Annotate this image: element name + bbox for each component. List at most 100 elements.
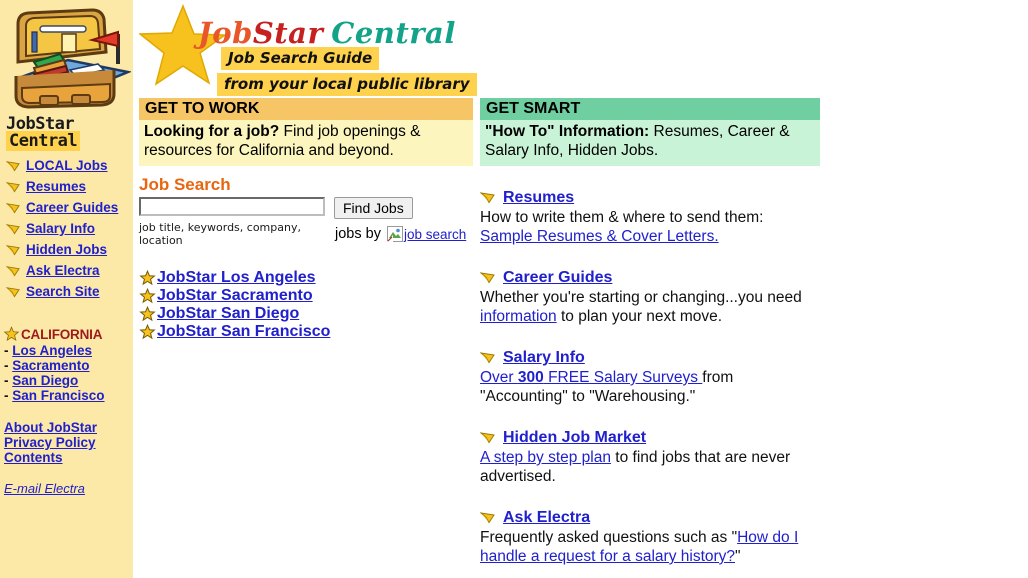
sidebar-item-ask-electra[interactable]: Ask Electra — [0, 260, 133, 281]
sidebar-item-label[interactable]: Salary Info — [26, 221, 95, 236]
sidebar-footer-link-row[interactable]: Privacy Policy — [4, 435, 133, 450]
topic-link-lead[interactable]: Over — [480, 369, 518, 386]
sidebar-city-item[interactable]: - San Diego — [0, 373, 133, 388]
job-search-form: Find Jobs — [139, 197, 473, 219]
sidebar-item-label[interactable]: Career Guides — [26, 200, 118, 215]
topic-text-after: " — [735, 548, 741, 565]
topic-heading[interactable]: Ask Electra — [480, 508, 820, 527]
jobstar-city-link[interactable]: JobStar Sacramento — [157, 287, 313, 305]
topic-ask-electra: Ask Electra Frequently asked questions su… — [480, 508, 820, 566]
get-smart-heading: GET SMART — [480, 98, 820, 120]
jobstar-city-link[interactable]: JobStar San Francisco — [157, 323, 330, 341]
job-search-hint-row: job title, keywords, company, location j… — [139, 221, 473, 247]
sidebar-city-link[interactable]: Los Angeles — [12, 343, 92, 358]
sidebar-city-item[interactable]: - Los Angeles — [0, 343, 133, 358]
chevron-bullet-icon — [6, 265, 20, 276]
topic-title[interactable]: Ask Electra — [503, 508, 590, 527]
sidebar-footer-link-row[interactable]: About JobStar — [4, 420, 133, 435]
sidebar-item-label[interactable]: LOCAL Jobs — [26, 158, 108, 173]
jobstar-city-row[interactable]: JobStar San Francisco — [139, 323, 473, 341]
sidebar-region-label: CALIFORNIA — [21, 326, 103, 342]
star-icon — [139, 270, 156, 286]
sidebar-city-link[interactable]: Sacramento — [12, 358, 89, 373]
sidebar-item-label[interactable]: Hidden Jobs — [26, 242, 107, 257]
chevron-bullet-icon — [480, 512, 495, 524]
chevron-bullet-icon — [480, 352, 495, 364]
topic-body: A step by step plan to find jobs that ar… — [480, 448, 820, 486]
find-jobs-button[interactable]: Find Jobs — [334, 197, 413, 219]
topic-title[interactable]: Salary Info — [503, 348, 585, 367]
suitcase-illustration-icon — [14, 8, 131, 109]
topic-hidden-job-market: Hidden Job Market A step by step plan to … — [480, 428, 820, 486]
topic-heading[interactable]: Resumes — [480, 188, 820, 207]
get-smart-topics: Resumes How to write them & where to send… — [480, 188, 820, 566]
chevron-bullet-icon — [6, 181, 20, 192]
sidebar-footer-link[interactable]: Contents — [4, 450, 63, 465]
chevron-bullet-icon — [480, 272, 495, 284]
topic-body: How to write them & where to send them: … — [480, 208, 820, 246]
sidebar-item-label[interactable]: Resumes — [26, 179, 86, 194]
sidebar-city-link[interactable]: San Francisco — [12, 388, 104, 403]
main-content: JobStar Central Job Search Guide from you… — [133, 0, 1028, 578]
jobs-by-label: jobs by — [335, 226, 381, 242]
topic-text-after: to plan your next move. — [556, 308, 723, 325]
topic-body: Over 300 FREE Salary Surveys from "Accou… — [480, 368, 820, 406]
sidebar-city-item[interactable]: - San Francisco — [0, 388, 133, 403]
topic-resumes: Resumes How to write them & where to send… — [480, 188, 820, 246]
topic-heading[interactable]: Hidden Job Market — [480, 428, 820, 447]
sidebar-item-salary-info[interactable]: Salary Info — [0, 218, 133, 239]
broken-image-icon — [386, 226, 403, 242]
sidebar-item-local-jobs[interactable]: LOCAL Jobs — [0, 155, 133, 176]
jobstar-city-link[interactable]: JobStar San Diego — [157, 305, 299, 323]
search-input[interactable] — [139, 197, 325, 216]
sidebar-item-resumes[interactable]: Resumes — [0, 176, 133, 197]
sidebar-item-career-guides[interactable]: Career Guides — [0, 197, 133, 218]
sidebar-item-label[interactable]: Search Site — [26, 284, 100, 299]
chevron-bullet-icon — [6, 223, 20, 234]
topic-link[interactable]: Sample Resumes & Cover Letters. — [480, 228, 719, 245]
sidebar-item-search-site[interactable]: Search Site — [0, 281, 133, 302]
logo-job-text: Job — [198, 16, 253, 50]
sidebar-footer-link[interactable]: Privacy Policy — [4, 435, 96, 450]
site-logo-text: JobStar Central — [198, 16, 456, 50]
get-smart-lead: "How To" Information: Resumes, Career & … — [480, 120, 820, 166]
topic-link[interactable]: A step by step plan — [480, 449, 611, 466]
chevron-bullet-icon — [480, 432, 495, 444]
sidebar-title-line2-text: Central — [6, 131, 81, 151]
sidebar-city-link[interactable]: San Diego — [12, 373, 78, 388]
topic-heading[interactable]: Career Guides — [480, 268, 820, 287]
site-banner: JobStar Central Job Search Guide from you… — [133, 0, 1028, 96]
jobs-by-image-alt-text[interactable]: job search — [404, 227, 466, 242]
star-icon — [3, 326, 20, 341]
jobstar-city-row[interactable]: JobStar Sacramento — [139, 287, 473, 305]
sidebar-item-hidden-jobs[interactable]: Hidden Jobs — [0, 239, 133, 260]
topic-link[interactable]: information — [480, 308, 557, 325]
topic-title[interactable]: Resumes — [503, 188, 574, 207]
jobstar-city-row[interactable]: JobStar Los Angeles — [139, 269, 473, 287]
topic-link-bold[interactable]: 300 — [518, 369, 544, 386]
topic-link[interactable]: Over 300 FREE Salary Surveys — [480, 369, 702, 386]
topic-heading[interactable]: Salary Info — [480, 348, 820, 367]
topic-career-guides: Career Guides Whether you're starting or … — [480, 268, 820, 326]
sidebar-item-label[interactable]: Ask Electra — [26, 263, 100, 278]
topic-link-tail[interactable]: FREE Salary Surveys — [544, 369, 703, 386]
sidebar-email-wrap: E-mail Electra — [4, 481, 133, 496]
topic-body: Whether you're starting or changing...yo… — [480, 288, 820, 326]
sidebar-footer-link[interactable]: About JobStar — [4, 420, 97, 435]
email-electra-link[interactable]: E-mail Electra — [4, 481, 85, 496]
sidebar-city-item[interactable]: - Sacramento — [0, 358, 133, 373]
star-icon — [139, 288, 156, 304]
logo-star-text: Star — [252, 16, 324, 50]
sidebar-footer-link-row[interactable]: Contents — [4, 450, 133, 465]
get-to-work-lead: Looking for a job? Find job openings & r… — [139, 120, 473, 166]
topic-text-before: Whether you're starting or changing...yo… — [480, 289, 802, 306]
topic-title[interactable]: Hidden Job Market — [503, 428, 646, 447]
jobstar-city-row[interactable]: JobStar San Diego — [139, 305, 473, 323]
topic-text-before: Frequently asked questions such as " — [480, 529, 738, 546]
topic-title[interactable]: Career Guides — [503, 268, 612, 287]
chevron-bullet-icon — [6, 286, 20, 297]
topic-body: Frequently asked questions such as "How … — [480, 528, 820, 566]
chevron-bullet-icon — [6, 160, 20, 171]
jobstar-city-link[interactable]: JobStar Los Angeles — [157, 269, 316, 287]
sidebar-title-line1: JobStar — [6, 114, 75, 134]
